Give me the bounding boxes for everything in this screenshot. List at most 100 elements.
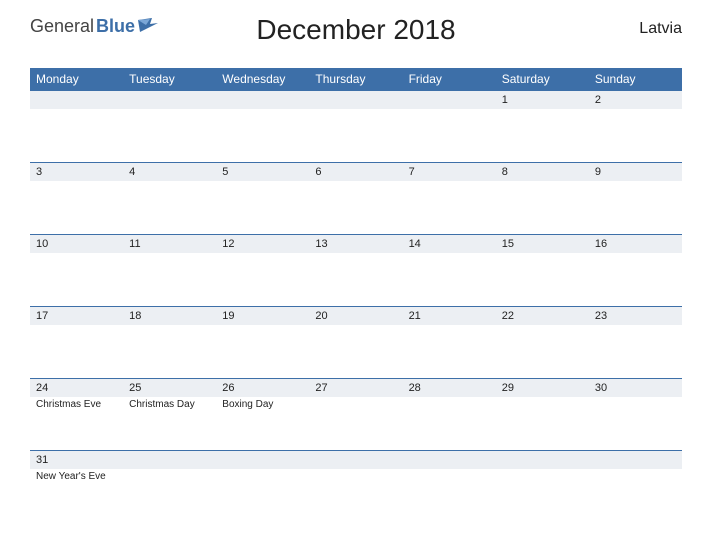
calendar-day-cell: 7 <box>403 162 496 234</box>
calendar-day-cell <box>403 90 496 162</box>
event-label: Christmas Day <box>123 397 216 411</box>
logo: General Blue <box>30 10 158 37</box>
weekday-header: Friday <box>403 68 496 90</box>
calendar-day-cell: 29 <box>496 378 589 450</box>
logo-text-general: General <box>30 16 94 37</box>
calendar-day-cell: 27 <box>309 378 402 450</box>
calendar-day-cell: 17 <box>30 306 123 378</box>
event-label: Boxing Day <box>216 397 309 411</box>
calendar-day-cell <box>216 450 309 522</box>
calendar-week-row: 17181920212223 <box>30 306 682 378</box>
day-number: 25 <box>123 379 216 397</box>
calendar-day-cell <box>403 450 496 522</box>
day-number: 27 <box>309 379 402 397</box>
calendar-day-cell <box>309 90 402 162</box>
calendar-day-cell: 16 <box>589 234 682 306</box>
calendar-day-cell: 28 <box>403 378 496 450</box>
weekday-header: Tuesday <box>123 68 216 90</box>
weekday-header: Sunday <box>589 68 682 90</box>
weekday-header: Thursday <box>309 68 402 90</box>
day-number-blank <box>309 451 402 469</box>
calendar-day-cell <box>216 90 309 162</box>
day-number: 30 <box>589 379 682 397</box>
day-number: 6 <box>309 163 402 181</box>
calendar-day-cell: 13 <box>309 234 402 306</box>
day-number: 29 <box>496 379 589 397</box>
calendar-week-row: 31New Year's Eve <box>30 450 682 522</box>
day-number-blank <box>30 91 123 109</box>
calendar-day-cell: 23 <box>589 306 682 378</box>
day-number: 1 <box>496 91 589 109</box>
day-number-blank <box>403 451 496 469</box>
calendar-day-cell <box>589 450 682 522</box>
day-number: 16 <box>589 235 682 253</box>
day-number: 13 <box>309 235 402 253</box>
day-number: 21 <box>403 307 496 325</box>
weekday-header: Wednesday <box>216 68 309 90</box>
day-number: 12 <box>216 235 309 253</box>
day-number: 18 <box>123 307 216 325</box>
day-number: 5 <box>216 163 309 181</box>
calendar-week-row: 10111213141516 <box>30 234 682 306</box>
calendar-day-cell: 5 <box>216 162 309 234</box>
day-number: 14 <box>403 235 496 253</box>
calendar-day-cell: 25Christmas Day <box>123 378 216 450</box>
calendar-day-cell: 12 <box>216 234 309 306</box>
day-number: 22 <box>496 307 589 325</box>
calendar-day-cell: 24Christmas Eve <box>30 378 123 450</box>
day-number: 24 <box>30 379 123 397</box>
calendar-day-cell <box>30 90 123 162</box>
calendar-day-cell: 31New Year's Eve <box>30 450 123 522</box>
day-number: 28 <box>403 379 496 397</box>
calendar-day-cell <box>496 450 589 522</box>
day-number-blank <box>123 91 216 109</box>
calendar-day-cell: 15 <box>496 234 589 306</box>
calendar-day-cell: 30 <box>589 378 682 450</box>
calendar-day-cell: 14 <box>403 234 496 306</box>
day-number: 2 <box>589 91 682 109</box>
day-number-blank <box>216 451 309 469</box>
calendar-day-cell: 11 <box>123 234 216 306</box>
calendar-day-cell: 10 <box>30 234 123 306</box>
calendar-day-cell <box>123 450 216 522</box>
day-number: 9 <box>589 163 682 181</box>
weekday-header-row: Monday Tuesday Wednesday Thursday Friday… <box>30 68 682 90</box>
event-label: New Year's Eve <box>30 469 123 483</box>
day-number-blank <box>589 451 682 469</box>
calendar-week-row: 24Christmas Eve25Christmas Day26Boxing D… <box>30 378 682 450</box>
calendar-day-cell: 22 <box>496 306 589 378</box>
calendar-page: General Blue December 2018 Latvia Monday… <box>0 0 712 542</box>
logo-text-blue: Blue <box>96 16 135 37</box>
calendar-day-cell: 18 <box>123 306 216 378</box>
calendar-day-cell <box>309 450 402 522</box>
day-number-blank <box>403 91 496 109</box>
day-number: 15 <box>496 235 589 253</box>
event-label: Christmas Eve <box>30 397 123 411</box>
calendar-day-cell: 19 <box>216 306 309 378</box>
calendar-day-cell: 2 <box>589 90 682 162</box>
day-number: 11 <box>123 235 216 253</box>
day-number-blank <box>123 451 216 469</box>
day-number: 7 <box>403 163 496 181</box>
calendar-day-cell: 1 <box>496 90 589 162</box>
day-number: 17 <box>30 307 123 325</box>
calendar-day-cell: 4 <box>123 162 216 234</box>
day-number: 20 <box>309 307 402 325</box>
day-number-blank <box>309 91 402 109</box>
calendar-day-cell: 21 <box>403 306 496 378</box>
header: General Blue December 2018 Latvia <box>30 10 682 60</box>
calendar-week-row: 3456789 <box>30 162 682 234</box>
day-number: 3 <box>30 163 123 181</box>
calendar-day-cell <box>123 90 216 162</box>
calendar-day-cell: 9 <box>589 162 682 234</box>
day-number: 8 <box>496 163 589 181</box>
day-number: 19 <box>216 307 309 325</box>
calendar-day-cell: 20 <box>309 306 402 378</box>
calendar-week-row: 12 <box>30 90 682 162</box>
calendar-day-cell: 8 <box>496 162 589 234</box>
region-label: Latvia <box>639 10 682 38</box>
day-number: 4 <box>123 163 216 181</box>
day-number: 31 <box>30 451 123 469</box>
calendar-day-cell: 26Boxing Day <box>216 378 309 450</box>
weekday-header: Monday <box>30 68 123 90</box>
